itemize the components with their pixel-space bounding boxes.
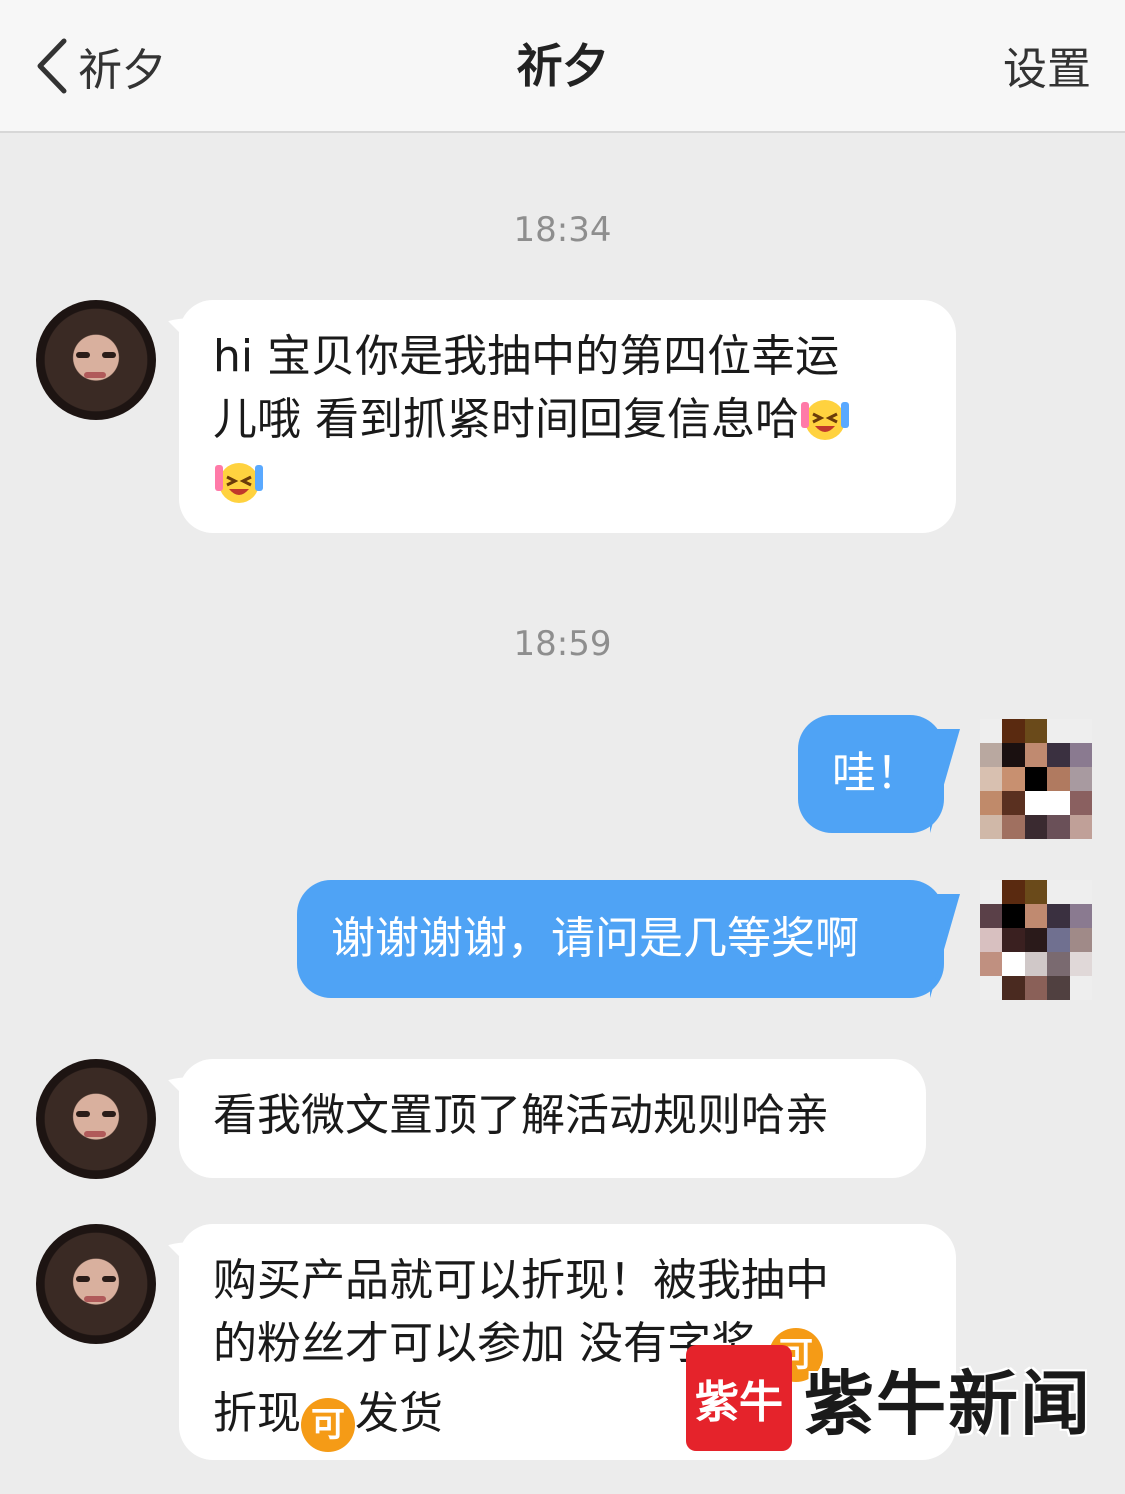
chat-title: 祈夕 (516, 39, 609, 93)
nav-bar: 祈夕 祈夕 设置 (0, 0, 1125, 133)
contact-avatar[interactable] (36, 300, 156, 420)
watermark-brand: 紫牛新闻 (804, 1361, 1092, 1445)
coin-emoji-icon: 可 (301, 1398, 355, 1452)
message-text: 谢谢谢谢，请问是几等奖啊 (331, 913, 859, 964)
message-text: hi 宝贝你是我抽中的第四位幸运 (213, 331, 840, 382)
settings-button[interactable]: 设置 (1003, 40, 1091, 100)
message-text: 发货 (355, 1388, 443, 1439)
message-text: 折现 (213, 1388, 301, 1439)
message-text: 看我微文置顶了解活动规则哈亲 (213, 1090, 829, 1141)
message-text: 的粉丝才可以参加 没有字奖 (213, 1318, 755, 1369)
contact-avatar[interactable] (36, 1059, 156, 1179)
contact-avatar[interactable] (36, 1224, 156, 1344)
message-bubble[interactable]: hi 宝贝你是我抽中的第四位幸运 儿哦 看到抓紧时间回复信息哈 (179, 300, 956, 533)
timestamp: 18:59 (513, 624, 612, 664)
watermark-logo: 紫牛 (686, 1345, 792, 1451)
laughing-crying-emoji-icon (801, 400, 849, 440)
message-bubble[interactable]: 哇！ (798, 715, 944, 833)
message-text: 儿哦 看到抓紧时间回复信息哈 (213, 394, 799, 445)
message-text: 购买产品就可以折现！被我抽中 (213, 1255, 829, 1306)
message-bubble[interactable]: 看我微文置顶了解活动规则哈亲 (179, 1059, 926, 1178)
timestamp: 18:34 (513, 210, 612, 250)
news-watermark: 紫牛 紫牛新闻 (686, 1343, 1096, 1453)
message-bubble[interactable]: 谢谢谢谢，请问是几等奖啊 (297, 880, 944, 998)
user-avatar[interactable] (980, 880, 1092, 1000)
user-avatar[interactable] (980, 719, 1092, 839)
laughing-crying-emoji-icon (215, 463, 263, 503)
message-text: 哇！ (832, 748, 920, 799)
